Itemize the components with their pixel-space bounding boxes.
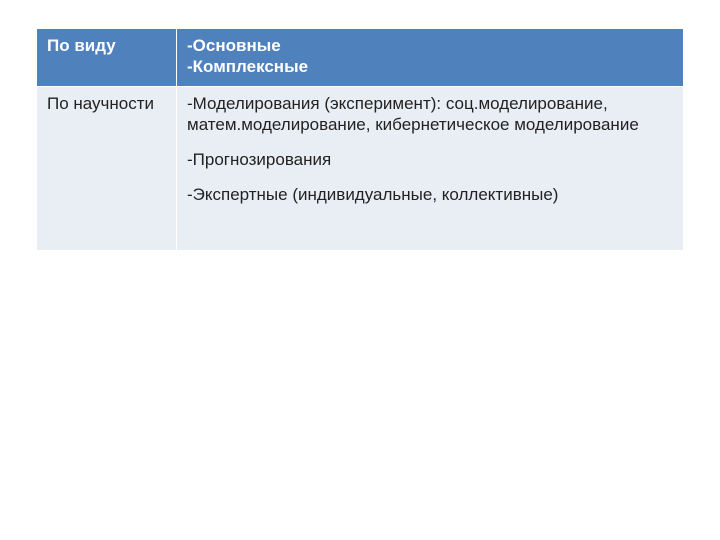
classification-table: По виду -Основные -Комплексные По научно… xyxy=(36,28,684,251)
spacer xyxy=(187,170,673,184)
row1-block2: -Прогнозирования xyxy=(187,149,673,170)
row1-block1: -Моделирования (эксперимент): соц.модели… xyxy=(187,93,673,136)
header-col1-text: По виду xyxy=(47,36,116,55)
row1-block3: -Экспертные (индивидуальные, коллективны… xyxy=(187,184,673,205)
table-row: По научности -Моделирования (эксперимент… xyxy=(37,86,684,250)
row1-col2: -Моделирования (эксперимент): соц.модели… xyxy=(177,86,684,250)
header-cell-col2: -Основные -Комплексные xyxy=(177,29,684,87)
table-header-row: По виду -Основные -Комплексные xyxy=(37,29,684,87)
slide: По виду -Основные -Комплексные По научно… xyxy=(0,0,720,540)
row1-col1: По научности xyxy=(37,86,177,250)
header-col2-line1: -Основные xyxy=(187,35,673,56)
row1-col1-text: По научности xyxy=(47,94,154,113)
spacer xyxy=(187,135,673,149)
header-cell-col1: По виду xyxy=(37,29,177,87)
header-col2-line2: -Комплексные xyxy=(187,56,673,77)
